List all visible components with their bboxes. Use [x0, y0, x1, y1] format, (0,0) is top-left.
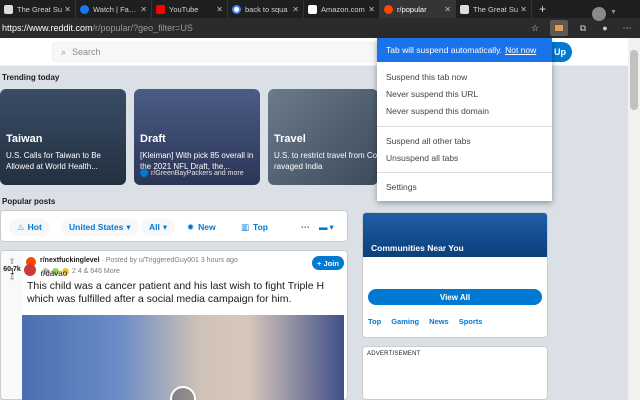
- region-dropdown[interactable]: All ▾: [141, 218, 176, 236]
- chevron-down-icon[interactable]: ▼: [610, 9, 617, 16]
- sort-new[interactable]: ✹ New: [187, 219, 216, 235]
- card-view-icon: ▬: [319, 222, 328, 232]
- extension-icon: [554, 24, 564, 32]
- avatar[interactable]: [592, 7, 606, 21]
- popup-divider: [377, 172, 552, 173]
- topic-sports[interactable]: Sports: [459, 317, 483, 326]
- topic-gaming[interactable]: Gaming: [391, 317, 419, 326]
- advertisement-label: ADVERTISEMENT: [367, 351, 421, 357]
- suspend-other-tabs-item[interactable]: Suspend all other tabs: [386, 136, 471, 146]
- sort-bar: ♨ Hot United States ▾ All ▾ ✹ New ▥ Top ⋯ ▬ ▾: [0, 210, 348, 242]
- sort-top[interactable]: ▥ Top: [241, 219, 268, 235]
- sort-hot[interactable]: ♨ Hot: [9, 218, 50, 236]
- card-title: Travel: [274, 133, 306, 145]
- facebook-icon: [80, 4, 89, 14]
- topic-top[interactable]: Top: [368, 317, 381, 326]
- tab-favicon-icon: [4, 4, 13, 14]
- close-tab-icon[interactable]: ✕: [216, 5, 223, 14]
- close-tab-icon[interactable]: ✕: [140, 5, 147, 14]
- never-suspend-url-item[interactable]: Never suspend this URL: [386, 89, 478, 99]
- toolbar-icons: ☆ ⧉ ● ⋯: [528, 20, 634, 36]
- not-now-link[interactable]: Not now: [505, 45, 536, 55]
- community-topics: Top Gaming News Sports: [368, 317, 482, 326]
- close-tab-icon[interactable]: ✕: [64, 5, 71, 14]
- popup-header: Tab will suspend automatically. Not now: [377, 38, 552, 62]
- card-description: U.S. to restrict travel from Co ravaged …: [274, 151, 378, 171]
- menu-dots-icon[interactable]: ⋯: [620, 21, 634, 35]
- never-suspend-domain-item[interactable]: Never suspend this domain: [386, 106, 489, 116]
- popup-divider: [377, 126, 552, 127]
- join-button[interactable]: + Join: [312, 256, 344, 270]
- browser-tab[interactable]: Watch | Faceb ✕: [76, 0, 152, 18]
- card-title: Draft: [140, 133, 166, 145]
- browser-tab[interactable]: YouTube ✕: [152, 0, 228, 18]
- scrollbar[interactable]: [628, 38, 640, 400]
- bar-chart-icon: ▥: [241, 221, 250, 232]
- trending-today-heading: Trending today: [2, 73, 60, 82]
- advertisement-box: ADVERTISEMENT: [362, 346, 548, 400]
- reddit-icon: [384, 4, 393, 14]
- tab-favicon-icon: [460, 4, 469, 14]
- chevron-down-icon: ▾: [162, 221, 168, 232]
- tab-suspender-popup: Tab will suspend automatically. Not now …: [377, 38, 552, 201]
- settings-item[interactable]: Settings: [386, 182, 417, 192]
- search-icon: ⌕: [61, 46, 67, 57]
- view-all-button[interactable]: View All: [368, 289, 542, 305]
- communities-title: Communities Near You: [371, 243, 464, 253]
- close-tab-icon[interactable]: ✕: [520, 5, 527, 14]
- flame-icon: ♨: [17, 221, 25, 232]
- subreddit-link[interactable]: r/nextfuckinglevel: [40, 257, 100, 264]
- address-bar[interactable]: https://www.reddit.com/r/popular/?geo_fi…: [0, 18, 640, 38]
- sparkle-icon: ✹: [187, 221, 195, 232]
- close-tab-icon[interactable]: ✕: [292, 5, 299, 14]
- google-icon: [232, 4, 241, 14]
- subreddit-icon: [140, 169, 148, 177]
- trending-card-draft[interactable]: Draft [Kleiman] With pick 85 overall in …: [134, 89, 260, 185]
- chevron-down-icon: ▾: [126, 221, 131, 232]
- country-dropdown[interactable]: United States ▾: [61, 218, 139, 236]
- tab-suspender-extension-button[interactable]: [550, 20, 568, 36]
- youtube-icon: [156, 4, 165, 14]
- card-subreddit: r/GreenBayPackers and more: [140, 169, 244, 177]
- suspend-this-tab-item[interactable]: Suspend this tab now: [386, 72, 467, 82]
- collections-icon[interactable]: ⧉: [576, 21, 590, 35]
- community-row[interactable]: 1 r/davao: [10, 264, 67, 278]
- profile-icon[interactable]: ●: [598, 21, 612, 35]
- amazon-icon: [308, 4, 317, 14]
- popular-posts-heading: Popular posts: [2, 197, 56, 206]
- url-text[interactable]: https://www.reddit.com/r/popular/?geo_fi…: [0, 23, 193, 33]
- trending-card-travel[interactable]: Travel U.S. to restrict travel from Co r…: [268, 89, 378, 185]
- search-input[interactable]: ⌕ Search: [52, 42, 382, 62]
- sort-more-dots-icon[interactable]: ⋯: [301, 219, 310, 235]
- card-title: Taiwan: [6, 133, 43, 145]
- scrollbar-thumb[interactable]: [630, 50, 638, 110]
- post-title[interactable]: This child was a cancer patient and his …: [27, 280, 345, 306]
- chevron-down-icon: ▾: [329, 221, 334, 232]
- browser-tab[interactable]: Amazon.com ✕: [304, 0, 380, 18]
- view-mode-dropdown[interactable]: ▬ ▾: [319, 219, 334, 235]
- community-icon: [24, 264, 37, 276]
- browser-tab-active[interactable]: r/popular ✕: [380, 0, 456, 18]
- post-meta: r/nextfuckinglevel · Posted by u/Trigger…: [40, 257, 238, 264]
- topic-news[interactable]: News: [429, 317, 449, 326]
- card-description: U.S. Calls for Taiwan to Be Allowed at W…: [6, 151, 102, 171]
- browser-tab[interactable]: The Great Su ✕: [456, 0, 532, 18]
- browser-tab-bar: The Great Su ✕ Watch | Faceb ✕ YouTube ✕ ba…: [0, 0, 640, 18]
- unsuspend-all-tabs-item[interactable]: Unsuspend all tabs: [386, 153, 458, 163]
- close-tab-icon[interactable]: ✕: [368, 5, 375, 14]
- new-tab-button[interactable]: +: [532, 2, 553, 16]
- browser-tab[interactable]: The Great Su ✕: [0, 0, 76, 18]
- close-tab-icon[interactable]: ✕: [444, 5, 451, 14]
- bookmark-star-icon[interactable]: ☆: [528, 21, 542, 35]
- browser-tab[interactable]: back to squa ✕: [228, 0, 304, 18]
- trending-card-taiwan[interactable]: Taiwan U.S. Calls for Taiwan to Be Allow…: [0, 89, 126, 185]
